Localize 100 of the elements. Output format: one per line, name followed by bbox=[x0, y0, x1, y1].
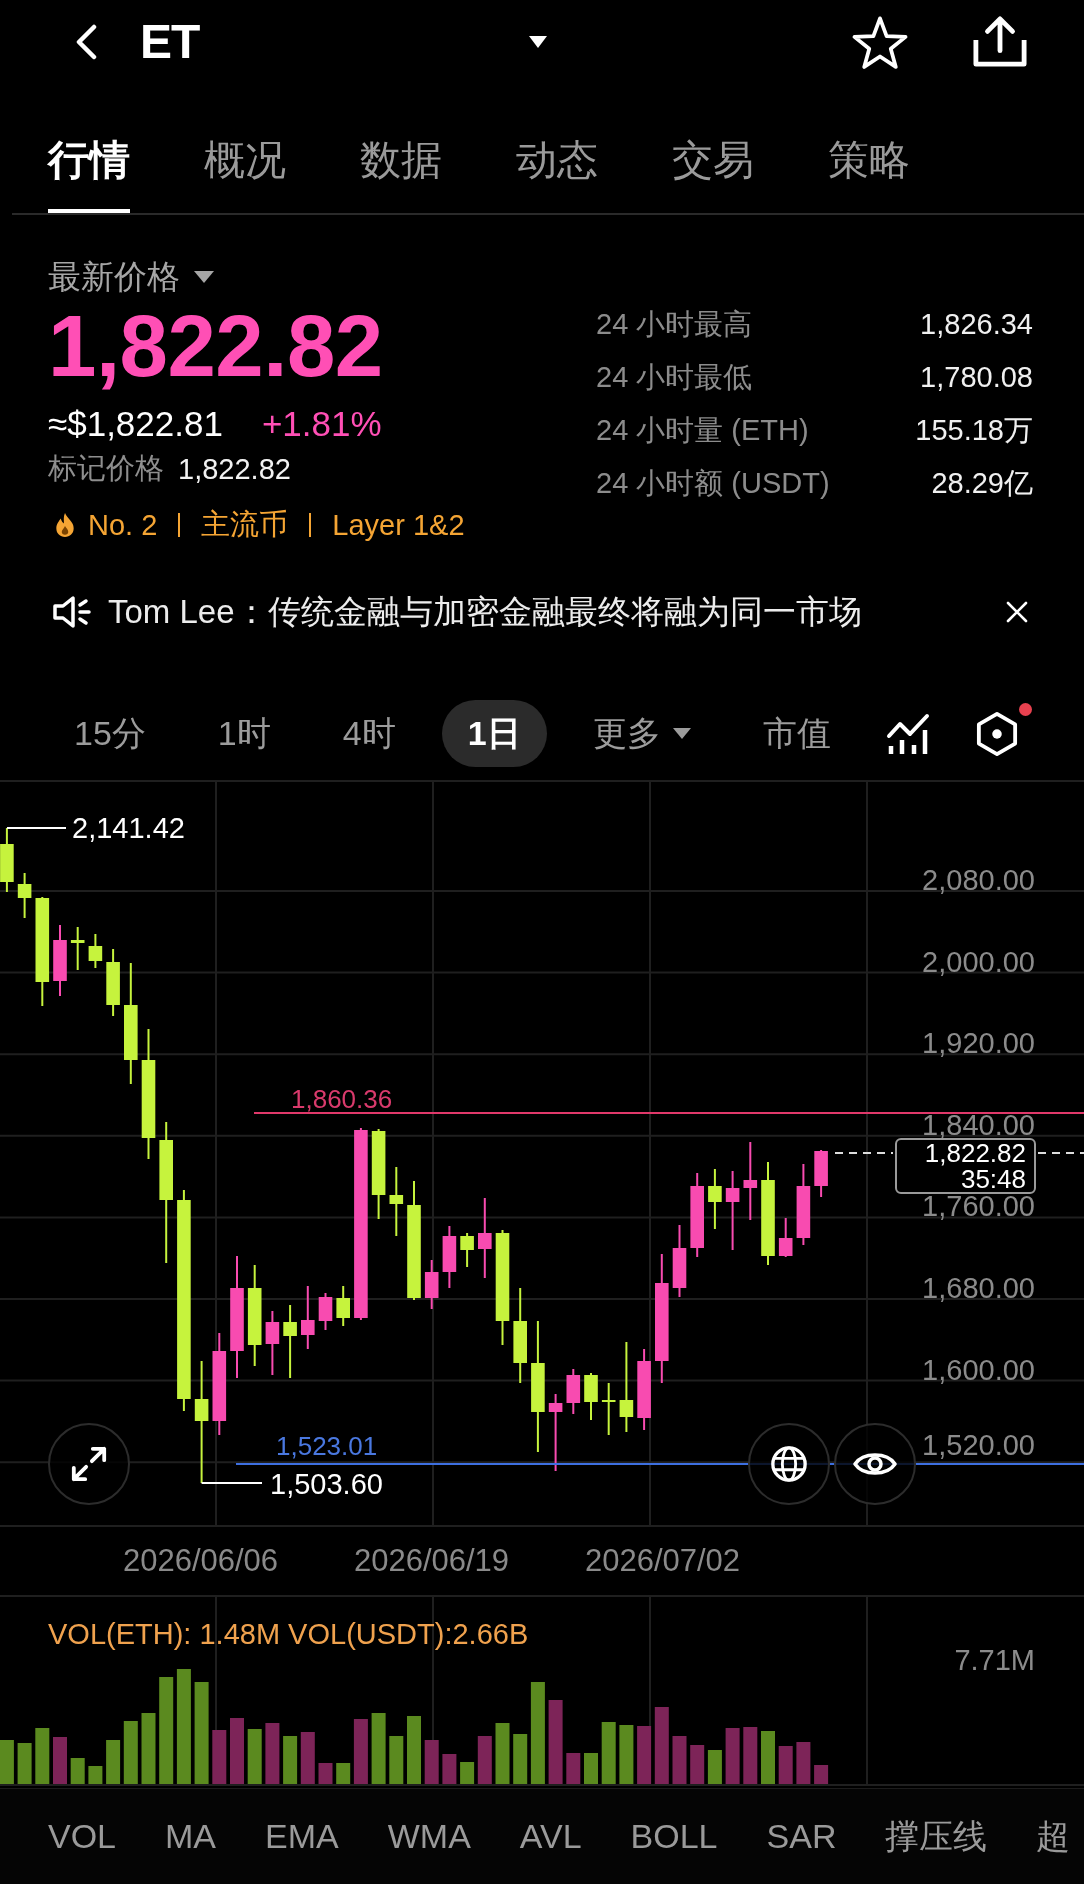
stat-label: 24 小时量 (ETH) bbox=[596, 413, 809, 448]
axis-label: 1,600.00 bbox=[922, 1353, 1035, 1386]
volume-bar bbox=[106, 1740, 121, 1784]
share-button[interactable] bbox=[971, 15, 1029, 69]
candlestick bbox=[460, 1232, 474, 1268]
interval-tab[interactable]: 1时 bbox=[191, 700, 297, 767]
candlestick bbox=[778, 1217, 793, 1258]
volume-bar bbox=[300, 1732, 315, 1784]
candlestick bbox=[566, 1368, 581, 1415]
candlestick bbox=[708, 1168, 722, 1230]
date-label: 2026/06/19 bbox=[353, 1543, 510, 1579]
volume-bar bbox=[778, 1746, 793, 1784]
close-icon bbox=[1006, 601, 1028, 623]
favorite-button[interactable] bbox=[851, 14, 909, 70]
caret-down-icon bbox=[672, 728, 691, 739]
candlestick bbox=[0, 827, 14, 893]
candlestick bbox=[814, 1149, 828, 1198]
flame-icon bbox=[54, 512, 76, 538]
volume-bar bbox=[247, 1729, 262, 1784]
stat-label: 24 小时最高 bbox=[596, 307, 753, 342]
volume-bar bbox=[584, 1753, 598, 1784]
volume-bar bbox=[495, 1723, 510, 1784]
indicator-tab[interactable]: BOLL bbox=[630, 1817, 718, 1856]
interval-tab[interactable]: 15分 bbox=[48, 700, 172, 767]
axis-label: 1,920.00 bbox=[922, 1027, 1035, 1060]
indicator-tab[interactable]: AVL bbox=[519, 1817, 582, 1856]
candlestick bbox=[389, 1166, 404, 1237]
indicator-tab[interactable]: WMA bbox=[387, 1817, 471, 1856]
indicator-tab[interactable]: MA bbox=[165, 1817, 217, 1856]
volume-bar bbox=[814, 1765, 829, 1784]
volume-bar bbox=[123, 1721, 138, 1784]
interval-menu[interactable]: 更多 bbox=[566, 700, 717, 767]
indicator-tab[interactable]: 撑压线 bbox=[885, 1813, 988, 1860]
close-button[interactable] bbox=[1006, 601, 1028, 623]
mark-price-label: 标记价格 bbox=[48, 451, 164, 486]
volume-bar bbox=[70, 1758, 85, 1784]
low-price-label: 1,503.60 bbox=[270, 1468, 383, 1500]
indicator-tab[interactable]: SAR bbox=[766, 1817, 837, 1856]
interval-tab[interactable]: 4时 bbox=[316, 700, 422, 767]
axis-label: 1,760.00 bbox=[922, 1190, 1035, 1223]
candlestick bbox=[584, 1372, 598, 1421]
stat-value: 155.18万 bbox=[915, 413, 1033, 448]
stat-value: 1,780.08 bbox=[920, 360, 1033, 395]
candlestick bbox=[106, 948, 120, 1017]
leader-line bbox=[200, 1482, 263, 1484]
tab[interactable]: 数据 bbox=[360, 128, 442, 213]
date-label: 2026/06/06 bbox=[122, 1543, 279, 1579]
volume-bar bbox=[707, 1750, 722, 1784]
chart-settings-button[interactable] bbox=[976, 710, 1018, 757]
indicator-button[interactable] bbox=[886, 711, 930, 756]
axis-label: 1,680.00 bbox=[922, 1272, 1035, 1304]
volume-bar bbox=[477, 1736, 492, 1784]
indicator-tab[interactable]: VOL bbox=[48, 1817, 117, 1856]
axis-label: 1,520.00 bbox=[922, 1429, 1035, 1462]
volume-bar bbox=[35, 1728, 50, 1784]
axis-label: 2,080.00 bbox=[922, 864, 1035, 896]
pair-title: ET bbox=[140, 14, 200, 70]
candlestick bbox=[601, 1382, 616, 1436]
volume-bar bbox=[566, 1753, 581, 1784]
price-line-label: 1,860.36 bbox=[291, 1084, 393, 1114]
candlestick bbox=[88, 933, 103, 969]
expand-icon bbox=[70, 1445, 108, 1483]
tab[interactable]: 行情 bbox=[48, 128, 130, 213]
volume-bar bbox=[0, 1740, 14, 1784]
share-icon bbox=[971, 15, 1029, 69]
date-label: 2026/07/02 bbox=[584, 1543, 741, 1579]
interval-tab[interactable]: 市值 bbox=[736, 700, 857, 767]
volume-bar bbox=[212, 1730, 227, 1784]
volume-bar bbox=[796, 1742, 811, 1784]
tab[interactable]: 动态 bbox=[516, 128, 598, 213]
indicator-tab[interactable]: 超 bbox=[1036, 1813, 1071, 1860]
announcement-text[interactable]: Tom Lee：传统金融与加密金融最终将融为同一市场 bbox=[108, 589, 862, 635]
caret-down-icon bbox=[194, 271, 214, 283]
chevron-left-icon bbox=[74, 24, 98, 60]
volume-bar bbox=[442, 1754, 457, 1784]
indicator-tab[interactable]: EMA bbox=[265, 1817, 339, 1856]
tab[interactable]: 概况 bbox=[204, 128, 286, 213]
candlestick bbox=[17, 872, 32, 919]
tab[interactable]: 交易 bbox=[672, 128, 754, 213]
interval-tab[interactable]: 1日 bbox=[441, 700, 547, 767]
volume-bar bbox=[407, 1716, 421, 1784]
volume-bar bbox=[318, 1763, 333, 1784]
volume-bar bbox=[88, 1766, 103, 1784]
axis-label: 1,840.00 bbox=[922, 1108, 1035, 1141]
volume-bar bbox=[601, 1722, 616, 1784]
price-change: +1.81% bbox=[261, 404, 382, 444]
countdown-timer: 35:48 bbox=[960, 1166, 1026, 1192]
volume-bar bbox=[265, 1723, 280, 1784]
tag-label[interactable]: 主流币 bbox=[201, 505, 289, 545]
back-button[interactable] bbox=[74, 24, 98, 60]
candlestick bbox=[265, 1310, 280, 1376]
volume-bar bbox=[53, 1737, 67, 1784]
tab[interactable]: 策略 bbox=[828, 128, 910, 213]
high-price-label: 2,141.42 bbox=[72, 812, 185, 844]
globe-icon bbox=[770, 1445, 808, 1483]
tag-label[interactable]: No. 2 bbox=[88, 508, 158, 542]
stat-label: 24 小时额 (USDT) bbox=[596, 466, 830, 501]
tag-label[interactable]: Layer 1&2 bbox=[332, 508, 465, 542]
volume-legend: VOL(ETH): 1.48M VOL(USDT):2.66B bbox=[48, 1618, 529, 1650]
axis-label: 7.71M bbox=[954, 1644, 1035, 1676]
